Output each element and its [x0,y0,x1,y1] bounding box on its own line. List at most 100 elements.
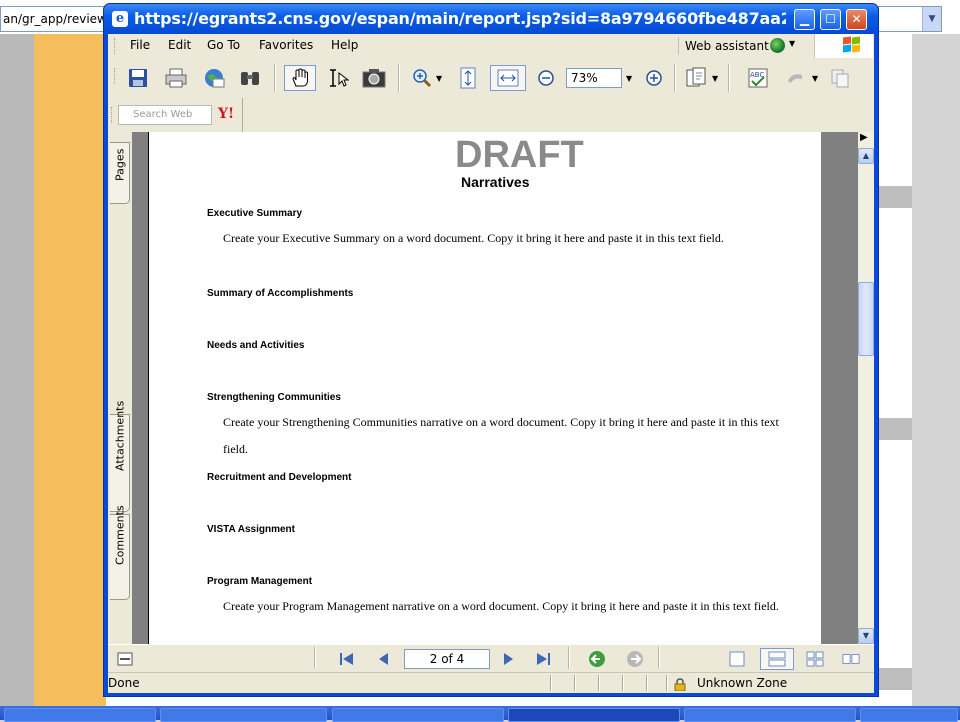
background-band [878,418,912,440]
document-page[interactable]: DRAFT Narratives Executive Summary Creat… [148,132,821,644]
ie-page-icon: e [112,11,128,27]
zoom-out-icon[interactable] [534,66,558,90]
scroll-up-button[interactable]: ▲ [858,148,874,164]
toolbar-separator [274,64,276,92]
section-text: Create your Executive Summary on a word … [223,231,724,245]
toolbar-grip[interactable] [111,107,115,123]
toolbar-grip[interactable] [114,68,118,84]
toolbar-grip[interactable] [114,38,118,54]
chevron-down-icon[interactable]: ▼ [712,74,718,83]
next-page-icon[interactable] [500,651,518,667]
document-icon[interactable] [684,66,708,90]
panel-toggle-icon[interactable] [116,651,134,667]
zoom-in-icon[interactable] [642,66,666,90]
find-icon[interactable] [238,66,262,90]
toolbar-separator [398,64,400,92]
windows-logo [814,34,873,58]
menu-go-to[interactable]: Go To [207,38,240,52]
vertical-scrollbar[interactable]: ▲ ▼ [858,132,874,644]
globe-icon[interactable] [770,38,785,53]
chevron-down-icon[interactable]: ▼ [812,74,818,83]
snapshot-icon[interactable] [362,66,386,90]
search-toolbar: Search Web Y! [108,98,874,133]
zoom-in-tool-icon[interactable] [410,66,434,90]
windows-flag-icon [843,36,861,54]
section-heading: Needs and Activities [207,340,305,351]
lock-icon [674,676,686,692]
section-heading: Executive Summary [207,208,303,219]
page-number-field[interactable]: 2 of 4 [404,649,490,669]
page-gutter [132,132,148,644]
toolbar-separator [568,647,570,669]
draft-watermark: DRAFT [455,134,584,176]
toolbar-separator [242,98,243,132]
menu-file[interactable]: File [130,38,150,52]
security-zone: Unknown Zone [697,676,788,690]
undo-icon[interactable] [784,66,808,90]
maximize-button[interactable]: ☐ [820,9,841,30]
tab-pages[interactable]: Pages [110,142,130,204]
minimize-button[interactable]: ▁ [794,9,815,30]
status-divider [622,675,624,691]
toolbar-separator [728,64,730,92]
document-viewer: Pages Attachments Comments DRAFT Narrati… [108,132,874,644]
web-assistant-label[interactable]: Web assistant [678,37,769,55]
background-scrollbar [912,34,960,706]
chevron-down-icon[interactable]: ▼ [436,74,442,83]
menu-bar: File Edit Go To Favorites Help Web assis… [108,34,874,59]
browser-window: e https://egrants2.cns.gov/espan/main/re… [104,4,878,696]
fit-page-icon[interactable] [456,66,480,90]
background-address-bar[interactable]: an/gr_app/review [0,6,106,32]
tab-label: Pages [113,148,127,181]
section-text: Create your Strengthening Communities na… [223,415,779,456]
facing-pages-icon[interactable] [842,651,860,667]
back-view-icon[interactable] [588,651,606,667]
search-web-input[interactable]: Search Web [118,105,212,125]
last-page-icon[interactable] [534,651,552,667]
print-icon[interactable] [164,66,188,90]
hand-tool-icon[interactable] [284,65,316,91]
continuous-page-icon[interactable] [760,648,794,670]
status-divider [646,675,648,691]
copy-icon[interactable] [828,66,852,90]
background-sidebar [0,34,34,706]
title-bar[interactable]: e https://egrants2.cns.gov/espan/main/re… [104,4,878,34]
menu-favorites[interactable]: Favorites [259,38,313,52]
save-icon[interactable] [126,66,150,90]
menu-edit[interactable]: Edit [168,38,191,52]
window-title: https://egrants2.cns.gov/espan/main/repo… [134,9,786,28]
section-heading: Summary of Accomplishments [207,288,354,299]
spellcheck-icon[interactable]: ABC [746,66,770,90]
previous-page-icon[interactable] [374,651,392,667]
background-address-dropdown[interactable]: ▼ [878,6,942,32]
continuous-facing-icon[interactable] [806,651,824,667]
tab-comments[interactable]: Comments [110,505,130,600]
single-page-icon[interactable] [728,651,746,667]
status-divider [550,675,552,691]
scroll-thumb[interactable] [858,282,874,356]
section-heading: Program Management [207,576,313,587]
panel-expand-icon[interactable]: ▶ [860,132,868,143]
yahoo-logo[interactable]: Y! [218,106,234,122]
tab-attachments[interactable]: Attachments [110,401,130,512]
section-text: Create your Program Management narrative… [223,599,779,613]
chevron-down-icon[interactable]: ▼ [789,39,795,48]
forward-view-icon[interactable] [626,651,644,667]
chevron-down-icon[interactable]: ▼ [626,74,632,83]
zoom-level-field[interactable]: 73% [566,68,622,88]
select-text-icon[interactable] [326,66,350,90]
chevron-down-icon[interactable]: ▼ [922,7,941,31]
first-page-icon[interactable] [338,651,356,667]
fit-width-icon[interactable] [490,65,526,91]
status-divider [574,675,576,691]
background-band [878,668,912,690]
close-button[interactable]: ✕ [846,9,867,30]
email-icon[interactable] [202,66,226,90]
scroll-down-button[interactable]: ▼ [858,628,874,644]
background-band [878,186,912,208]
menu-help[interactable]: Help [331,38,358,52]
toolbar-separator [674,64,676,92]
navigation-panel: Pages Attachments Comments [108,132,133,644]
tab-label: Comments [113,505,127,565]
toolbar-separator [658,647,660,669]
